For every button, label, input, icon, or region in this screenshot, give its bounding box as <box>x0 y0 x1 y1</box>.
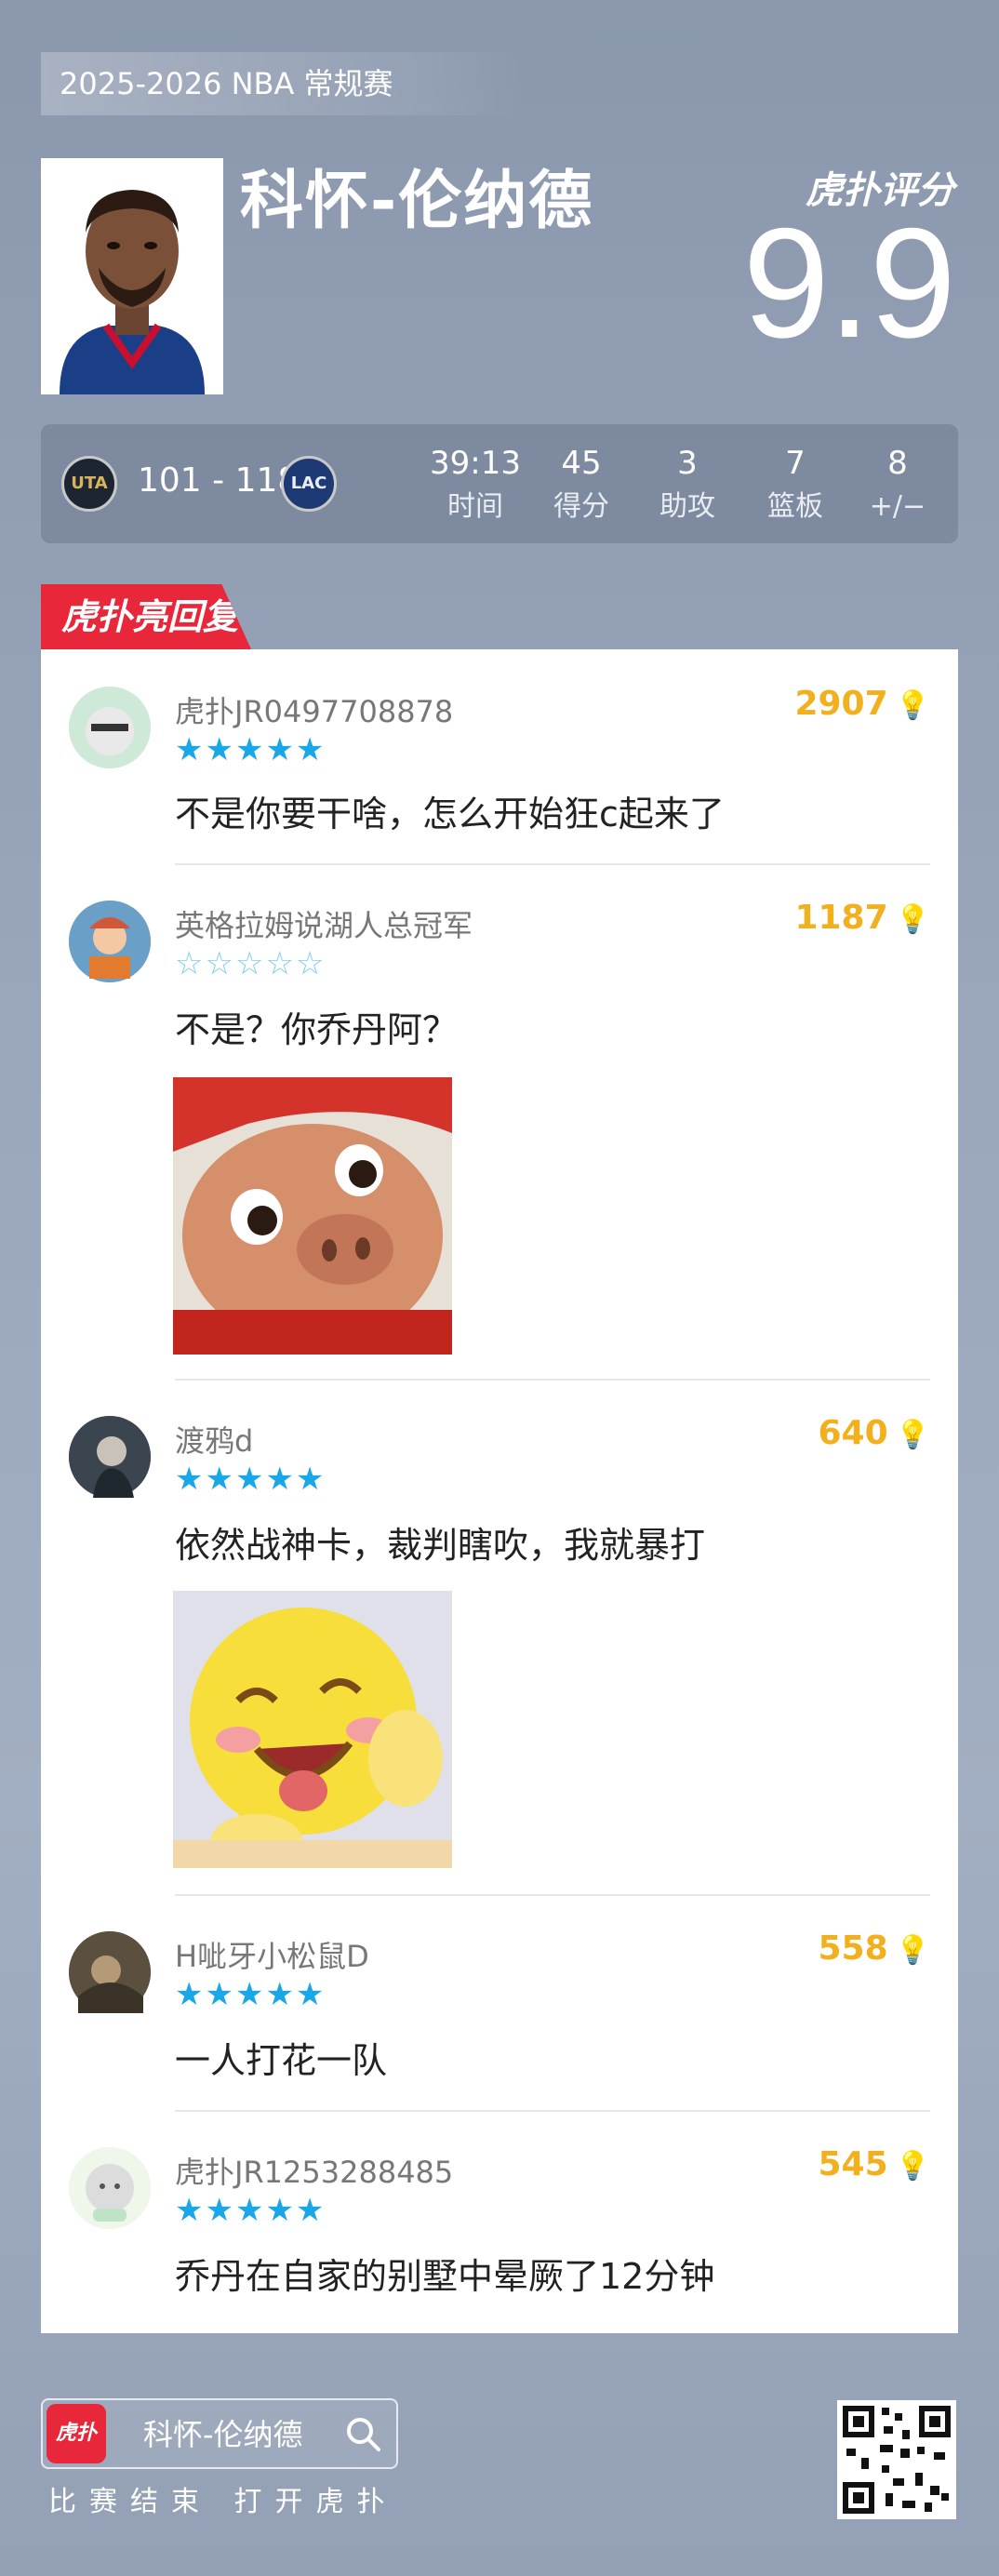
comment-username[interactable]: 渡鸦d <box>175 1418 253 1461</box>
team-logo-left: UTA <box>61 456 117 512</box>
like-count-value: 2907 <box>794 685 888 723</box>
lightbulb-icon: 💡 <box>895 2150 930 2182</box>
qr-code[interactable] <box>837 2400 956 2519</box>
like-count[interactable]: 1187 💡 <box>794 899 930 937</box>
stat-label: 时间 <box>447 490 503 523</box>
stat-label: 得分 <box>553 490 609 523</box>
like-count-value: 1187 <box>794 899 888 937</box>
comment-text: 一人打花一队 <box>175 2040 388 2081</box>
like-count-value: 558 <box>818 1929 888 1968</box>
stat-minutes: 39:13 时间 <box>424 441 526 528</box>
star-rating: ★★★★★ <box>175 731 326 768</box>
stat-value: 39:13 <box>430 445 521 482</box>
lightbulb-icon: 💡 <box>895 689 930 722</box>
app-logo[interactable]: 虎扑 <box>47 2404 106 2463</box>
search-text[interactable]: 科怀-伦纳德 <box>143 2411 303 2454</box>
star-rating: ☆☆☆☆☆ <box>175 945 326 982</box>
star-rating: ★★★★★ <box>175 1976 326 2013</box>
avatar[interactable] <box>69 2147 151 2229</box>
player-photo <box>41 158 223 394</box>
like-count-value: 545 <box>818 2145 888 2183</box>
lightbulb-icon: 💡 <box>895 1419 930 1451</box>
divider <box>175 863 930 865</box>
stat-points: 45 得分 <box>530 441 633 528</box>
search-box[interactable]: 虎扑 科怀-伦纳德 <box>41 2398 398 2469</box>
like-count-value: 640 <box>818 1414 888 1452</box>
lightbulb-icon: 💡 <box>895 903 930 936</box>
comment-text: 不是？你乔丹阿？ <box>175 1009 459 1050</box>
avatar[interactable] <box>69 1416 151 1498</box>
footer-cta[interactable]: 比赛结束 打开虎扑 <box>48 2478 398 2519</box>
like-count[interactable]: 558 💡 <box>818 1929 930 1968</box>
game-stats-bar[interactable]: UTA 101 - 118 LAC 39:13 时间 45 得分 3 助攻 7 … <box>41 424 958 543</box>
stat-label: 篮板 <box>767 490 823 523</box>
lightbulb-icon: 💡 <box>895 1934 930 1967</box>
comment-text: 依然战神卡，裁判瞎吹，我就暴打 <box>175 1525 706 1566</box>
stat-value: 3 <box>677 445 698 482</box>
stat-value: 45 <box>561 445 602 482</box>
highlight-replies-tab[interactable]: 虎扑亮回复 <box>41 584 251 649</box>
comment-text: 不是你要干啥，怎么开始狂c起来了 <box>175 794 725 834</box>
game-score: 101 - 118 <box>138 461 300 500</box>
season-tag: 2025-2026 NBA 常规赛 <box>41 52 525 115</box>
stat-label: +/− <box>869 490 926 523</box>
like-count[interactable]: 545 💡 <box>818 2145 930 2183</box>
stat-value: 7 <box>785 445 806 482</box>
star-rating: ★★★★★ <box>175 2192 326 2229</box>
comment-username[interactable]: 虎扑JR0497708878 <box>175 688 453 731</box>
like-count[interactable]: 2907 💡 <box>794 685 930 723</box>
pig-sticker-image <box>173 1077 452 1355</box>
like-count[interactable]: 640 💡 <box>818 1414 930 1452</box>
search-icon[interactable] <box>342 2413 383 2454</box>
stat-rebounds: 7 篮板 <box>744 441 846 528</box>
rating-value: 9.9 <box>742 195 956 370</box>
avatar[interactable] <box>69 687 151 768</box>
star-rating: ★★★★★ <box>175 1461 326 1498</box>
comment-text: 乔丹在自家的别墅中晕厥了12分钟 <box>175 2256 715 2297</box>
comments-card: 虎扑JR0497708878 ★★★★★ 2907 💡 不是你要干啥，怎么开始狂c… <box>41 649 958 2333</box>
comment-username[interactable]: 虎扑JR1253288485 <box>175 2149 453 2192</box>
divider <box>175 2110 930 2112</box>
stat-label: 助攻 <box>659 490 715 523</box>
stat-assists: 3 助攻 <box>636 441 739 528</box>
avatar[interactable] <box>69 901 151 982</box>
divider <box>175 1379 930 1381</box>
stat-plus-minus: 8 +/− <box>846 441 949 528</box>
team-logo-right: LAC <box>281 456 337 512</box>
comment-username[interactable]: 英格拉姆说湖人总冠军 <box>175 902 473 945</box>
divider <box>175 1894 930 1896</box>
smiley-sticker-image <box>173 1591 452 1868</box>
avatar[interactable] <box>69 1931 151 2013</box>
stat-value: 8 <box>887 445 908 482</box>
comment-username[interactable]: H呲牙小松鼠D <box>175 1933 369 1976</box>
player-name: 科怀-伦纳德 <box>240 165 594 238</box>
